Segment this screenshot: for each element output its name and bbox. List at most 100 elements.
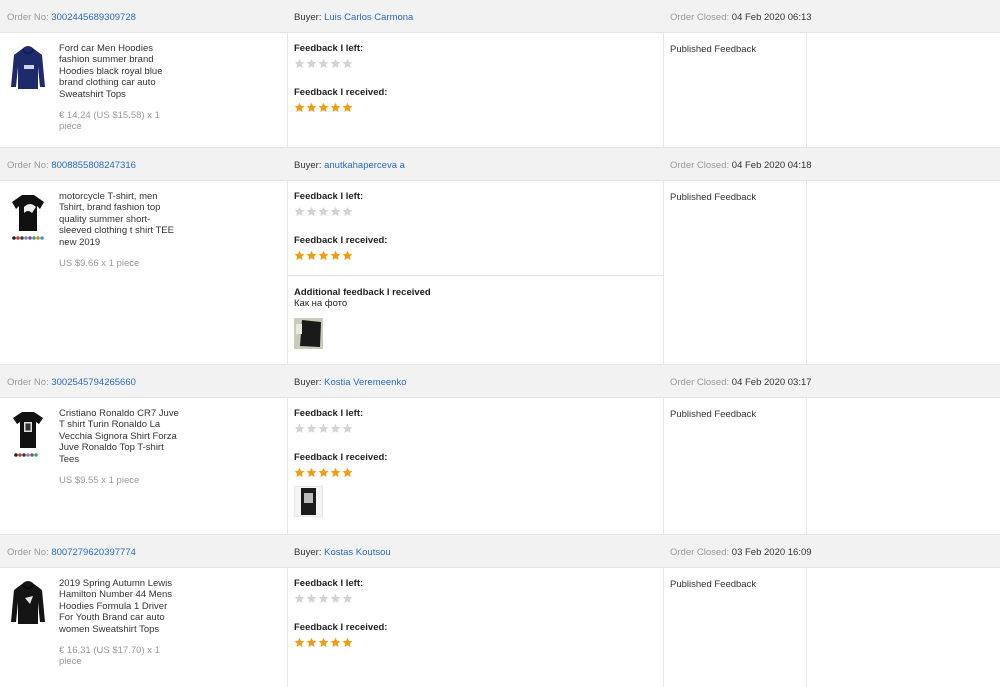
- star-empty-icon: [318, 206, 329, 216]
- order-card: Order No: 8008855808247316 Buyer: anutka…: [0, 148, 1000, 365]
- order-no-label: Order No:: [7, 160, 49, 171]
- star-filled-icon: [330, 467, 341, 477]
- buyer-link[interactable]: Kostia Veremeenko: [324, 377, 406, 388]
- star-empty-icon: [318, 58, 329, 68]
- feedback-received-label: Feedback I received:: [294, 87, 388, 98]
- product-cell: Ford car Men Hoodies fashion summer bran…: [0, 33, 288, 147]
- feedback-received-label: Feedback I received:: [294, 452, 388, 463]
- product-cell: Cristiano Ronaldo CR7 Juve T shirt Turin…: [0, 398, 288, 534]
- star-filled-icon: [306, 467, 317, 477]
- product-title-link[interactable]: motorcycle T-shirt, men Tshirt, brand fa…: [59, 191, 181, 248]
- star-filled-icon: [330, 637, 341, 647]
- feedback-cell: Feedback I left: Feedback I received:: [288, 33, 664, 147]
- star-filled-icon: [306, 102, 317, 112]
- star-empty-icon: [306, 423, 317, 433]
- buyer-label: Buyer:: [294, 12, 322, 23]
- order-number-link[interactable]: 8007279620397774: [51, 547, 136, 558]
- order-card: Order No: 3002445689309728 Buyer: Luis C…: [0, 0, 1000, 148]
- feedback-cell: Feedback I left: Feedback I received:: [288, 398, 664, 534]
- star-filled-icon: [330, 250, 341, 260]
- tshirt-thumbnail-icon[interactable]: [10, 408, 46, 460]
- feedback-left-label: Feedback I left:: [294, 408, 364, 419]
- order-number-link[interactable]: 3002545794265660: [51, 377, 136, 388]
- product-title-link[interactable]: Cristiano Ronaldo CR7 Juve T shirt Turin…: [59, 408, 181, 465]
- star-empty-icon: [294, 593, 305, 603]
- buyer-link[interactable]: Luis Carlos Carmona: [324, 12, 413, 23]
- order-number-link[interactable]: 3002445689309728: [51, 12, 136, 23]
- order-no-label: Order No:: [7, 377, 49, 388]
- star-empty-icon: [342, 593, 353, 603]
- star-empty-icon: [294, 58, 305, 68]
- additional-feedback-label: Additional feedback I received: [294, 287, 431, 298]
- star-empty-icon: [306, 206, 317, 216]
- star-filled-icon: [318, 250, 329, 260]
- product-title-link[interactable]: Ford car Men Hoodies fashion summer bran…: [59, 43, 181, 100]
- star-empty-icon: [294, 206, 305, 216]
- order-no-label: Order No:: [7, 547, 49, 558]
- feedback-status: Published Feedback: [664, 398, 807, 534]
- additional-feedback: Additional feedback I received Как на фо…: [288, 275, 663, 349]
- star-filled-icon: [306, 250, 317, 260]
- feedback-left-label: Feedback I left:: [294, 578, 364, 589]
- order-closed-date: 03 Feb 2020 16:09: [731, 547, 812, 558]
- product-price: US $9.66 x 1 piece: [59, 258, 140, 270]
- star-empty-icon: [330, 206, 341, 216]
- feedback-left-label: Feedback I left:: [294, 191, 364, 202]
- buyer-link[interactable]: Kostas Koutsou: [324, 547, 391, 558]
- star-filled-icon: [294, 250, 305, 260]
- feedback-photo-icon[interactable]: [294, 318, 323, 349]
- order-closed-label: Order Closed:: [670, 547, 730, 558]
- order-card: Order No: 3002545794265660 Buyer: Kostia…: [0, 365, 1000, 535]
- star-empty-icon: [294, 423, 305, 433]
- feedback-received-stars: [294, 637, 663, 648]
- star-filled-icon: [330, 102, 341, 112]
- buyer-label: Buyer:: [294, 547, 322, 558]
- star-empty-icon: [306, 58, 317, 68]
- product-cell: 2019 Spring Autumn Lewis Hamilton Number…: [0, 568, 288, 687]
- order-closed-label: Order Closed:: [670, 12, 730, 23]
- star-filled-icon: [318, 467, 329, 477]
- order-header: Order No: 8007279620397774 Buyer: Kostas…: [0, 535, 1000, 568]
- product-cell: motorcycle T-shirt, men Tshirt, brand fa…: [0, 181, 288, 364]
- order-no-label: Order No:: [7, 12, 49, 23]
- buyer-link[interactable]: anutkahaperceva a: [324, 160, 405, 171]
- feedback-photo-icon[interactable]: [294, 486, 323, 517]
- feedback-received-stars: [294, 102, 663, 113]
- star-filled-icon: [342, 250, 353, 260]
- tshirt-thumbnail-icon[interactable]: [10, 191, 46, 243]
- feedback-received-label: Feedback I received:: [294, 622, 388, 633]
- feedback-status: Published Feedback: [664, 568, 807, 687]
- feedback-left-stars: [294, 423, 663, 434]
- order-closed-label: Order Closed:: [670, 377, 730, 388]
- star-empty-icon: [306, 593, 317, 603]
- star-filled-icon: [318, 637, 329, 647]
- product-price: US $9.55 x 1 piece: [59, 475, 140, 487]
- product-title-link[interactable]: 2019 Spring Autumn Lewis Hamilton Number…: [59, 578, 181, 635]
- star-filled-icon: [318, 102, 329, 112]
- feedback-left-stars: [294, 58, 663, 69]
- order-header: Order No: 3002545794265660 Buyer: Kostia…: [0, 365, 1000, 398]
- order-header: Order No: 8008855808247316 Buyer: anutka…: [0, 148, 1000, 181]
- star-filled-icon: [342, 467, 353, 477]
- buyer-label: Buyer:: [294, 160, 322, 171]
- star-filled-icon: [342, 102, 353, 112]
- feedback-received-stars: [294, 467, 663, 478]
- star-filled-icon: [306, 637, 317, 647]
- star-empty-icon: [330, 593, 341, 603]
- star-empty-icon: [330, 58, 341, 68]
- feedback-status: Published Feedback: [664, 33, 807, 147]
- feedback-status: Published Feedback: [664, 181, 807, 364]
- hoodie-thumbnail-icon[interactable]: [10, 43, 46, 95]
- buyer-label: Buyer:: [294, 377, 322, 388]
- feedback-left-label: Feedback I left:: [294, 43, 364, 54]
- order-closed-date: 04 Feb 2020 06:13: [731, 12, 812, 23]
- order-header: Order No: 3002445689309728 Buyer: Luis C…: [0, 0, 1000, 33]
- order-card: Order No: 8007279620397774 Buyer: Kostas…: [0, 535, 1000, 687]
- order-number-link[interactable]: 8008855808247316: [51, 160, 136, 171]
- star-empty-icon: [318, 593, 329, 603]
- feedback-cell: Feedback I left: Feedback I received: Ad…: [288, 181, 664, 364]
- star-filled-icon: [294, 102, 305, 112]
- star-empty-icon: [342, 58, 353, 68]
- star-empty-icon: [330, 423, 341, 433]
- hoodie-thumbnail-icon[interactable]: [10, 578, 46, 630]
